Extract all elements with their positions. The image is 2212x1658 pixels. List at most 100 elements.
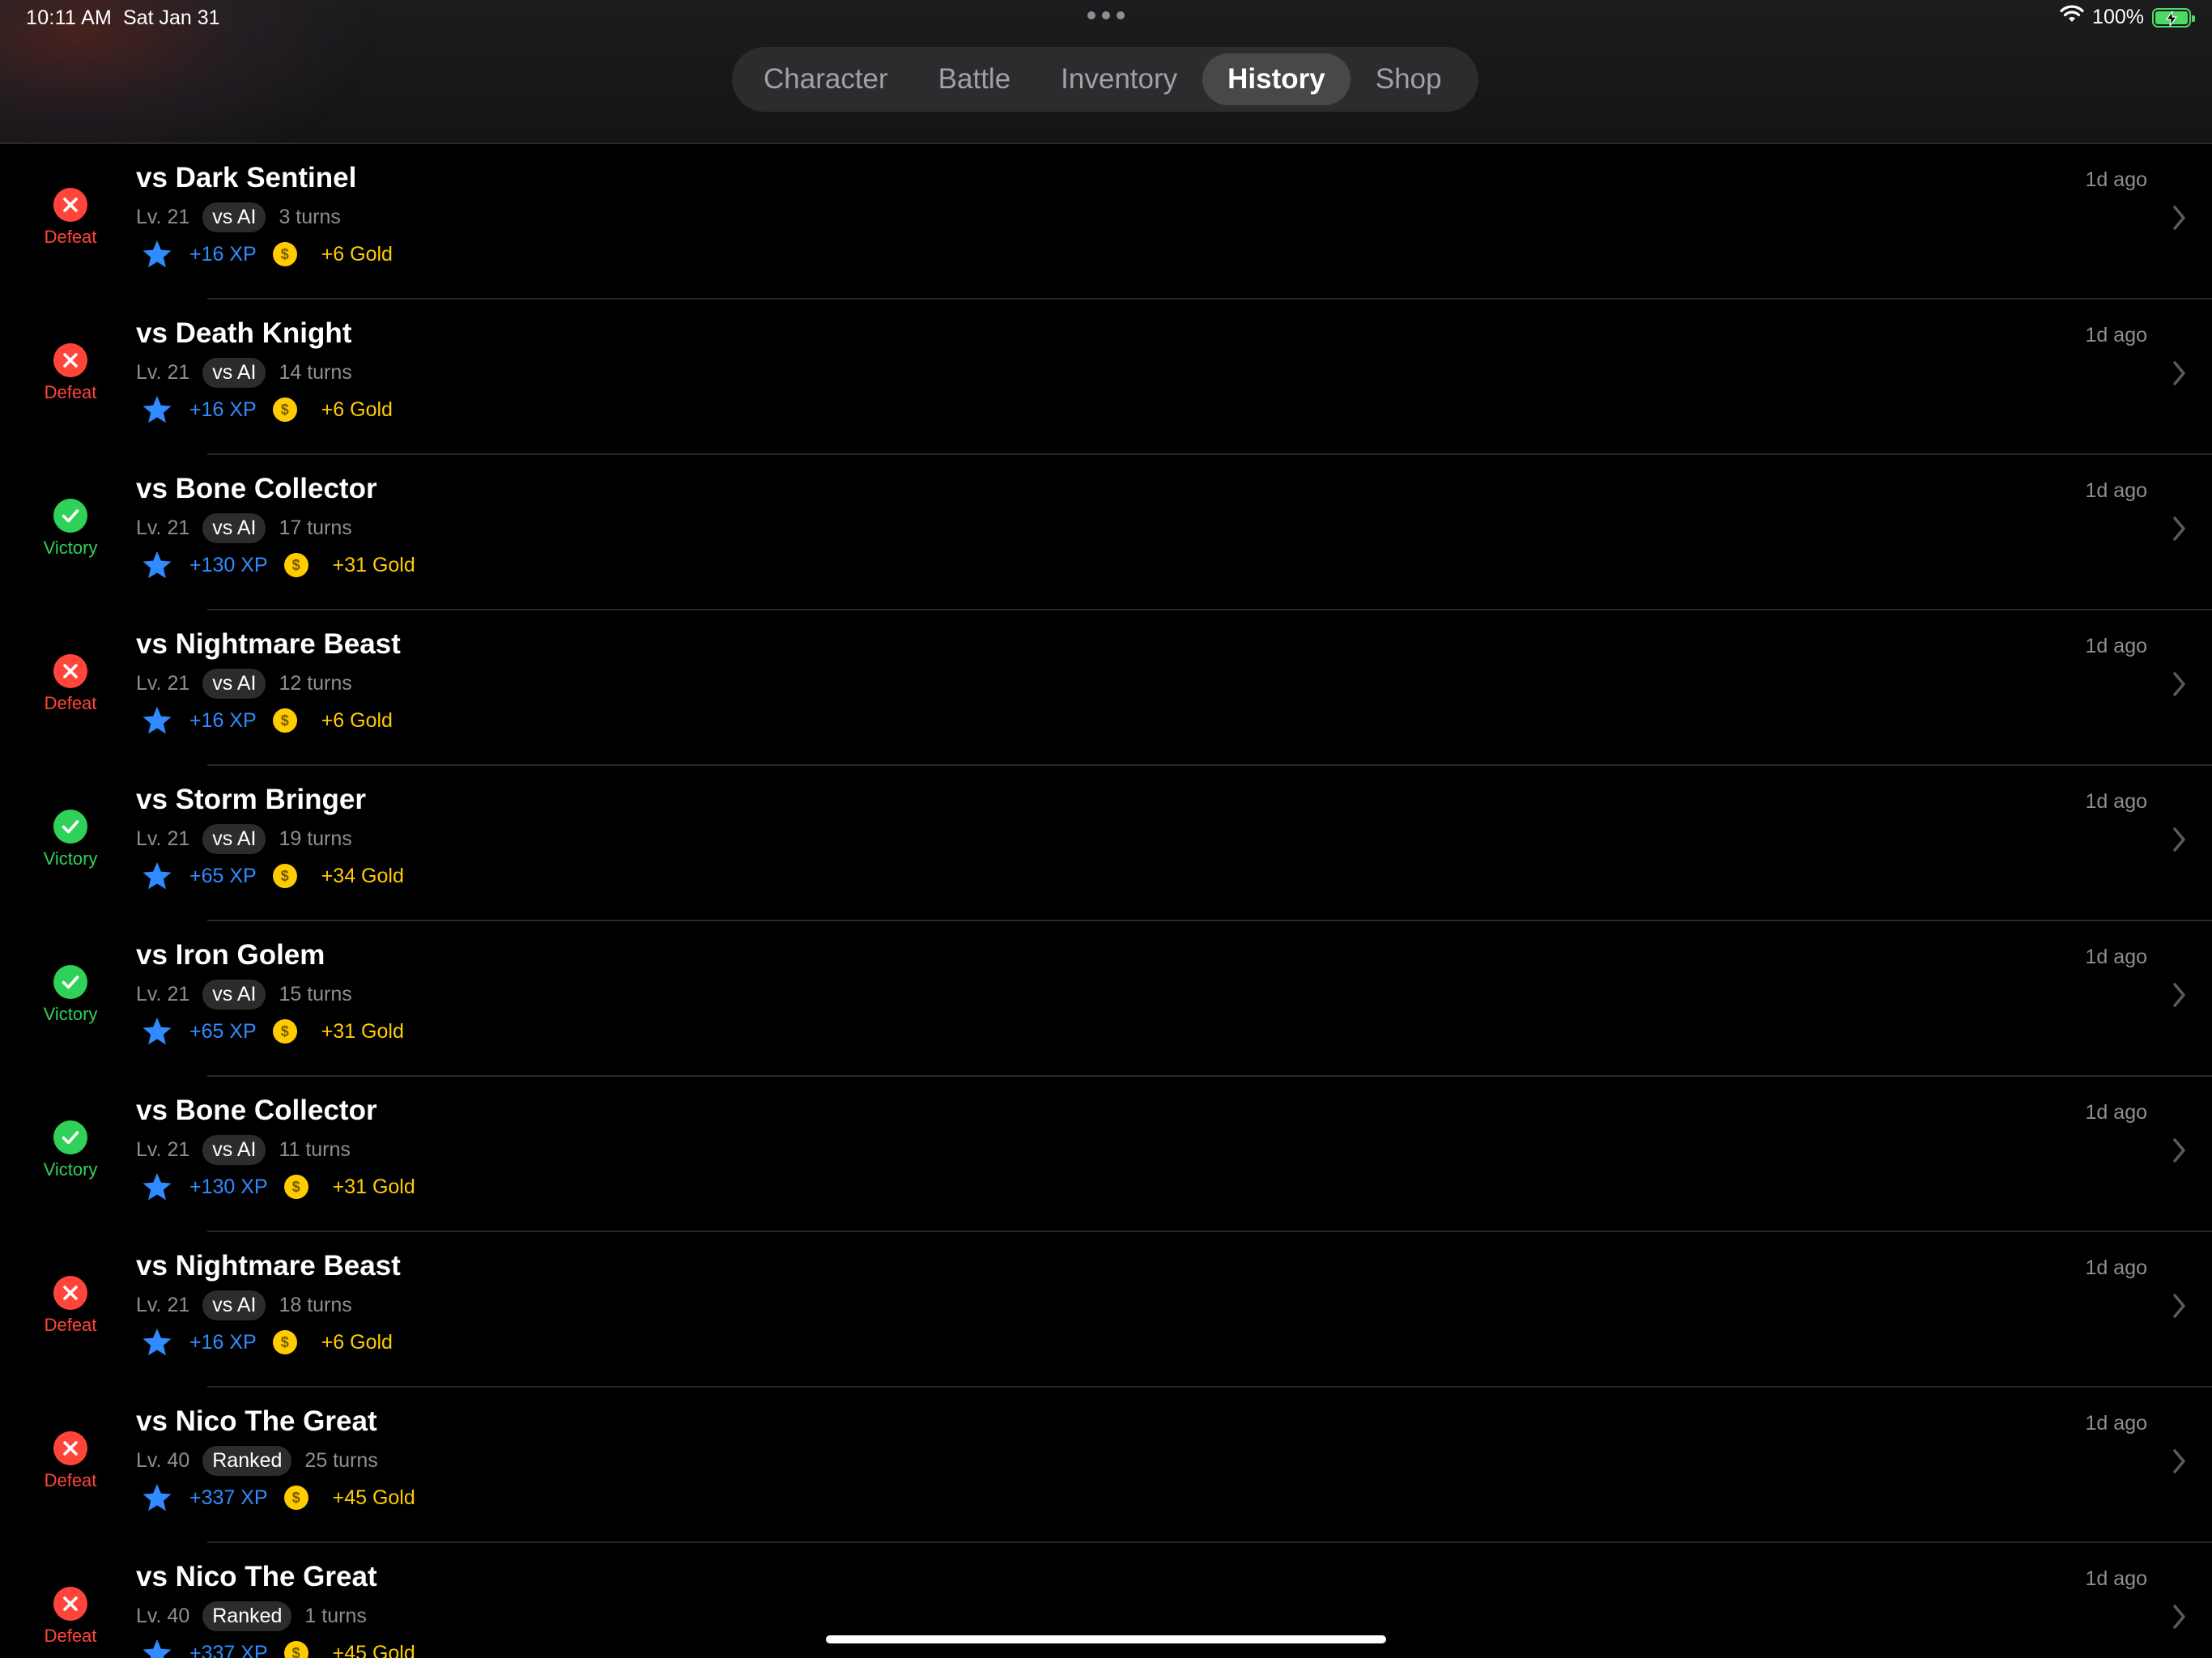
match-row[interactable]: Victory vs Iron Golem Lv. 21 vs AI 15 tu… bbox=[0, 921, 2212, 1077]
defeat-x-icon bbox=[53, 654, 87, 688]
coin-icon: $ bbox=[283, 1641, 308, 1658]
defeat-x-icon bbox=[53, 188, 87, 222]
star-icon bbox=[141, 238, 173, 270]
match-row[interactable]: Victory vs Bone Collector Lv. 21 vs AI 1… bbox=[0, 1077, 2212, 1232]
star-icon bbox=[141, 549, 173, 581]
level-label: Lv. 40 bbox=[136, 1449, 190, 1472]
xp-reward: +16 XP bbox=[189, 1330, 257, 1354]
turns-label: 19 turns bbox=[279, 827, 352, 850]
rewards: +130 XP $ +31 Gold bbox=[141, 1171, 415, 1203]
gold-reward: +45 Gold bbox=[332, 1641, 415, 1658]
gold-reward: +31 Gold bbox=[332, 1175, 415, 1198]
gold-reward: +6 Gold bbox=[321, 1330, 393, 1354]
match-row[interactable]: Defeat vs Dark Sentinel Lv. 21 vs AI 3 t… bbox=[0, 144, 2212, 300]
xp-reward: +16 XP bbox=[189, 708, 257, 732]
chevron-right-icon bbox=[2172, 1292, 2188, 1320]
match-time: 1d ago bbox=[2085, 946, 2147, 968]
check-circle-icon bbox=[53, 965, 87, 999]
match-row[interactable]: Defeat vs Nico The Great Lv. 40 Ranked 2… bbox=[0, 1388, 2212, 1543]
chevron-right-icon bbox=[2172, 1448, 2188, 1475]
star-icon bbox=[141, 393, 173, 426]
turns-label: 18 turns bbox=[279, 1294, 352, 1316]
match-row[interactable]: Victory vs Bone Collector Lv. 21 vs AI 1… bbox=[0, 455, 2212, 610]
xp-reward: +65 XP bbox=[189, 1019, 257, 1043]
result-label: Victory bbox=[43, 1004, 98, 1024]
opponent-name: vs Storm Bringer bbox=[136, 784, 366, 815]
match-meta: Lv. 21 vs AI 12 turns bbox=[136, 669, 352, 699]
match-meta: Lv. 21 vs AI 3 turns bbox=[136, 202, 341, 232]
tab-battle[interactable]: Battle bbox=[913, 53, 1036, 105]
match-meta: Lv. 21 vs AI 14 turns bbox=[136, 358, 352, 388]
result-label: Defeat bbox=[44, 693, 97, 713]
star-icon bbox=[141, 1637, 173, 1658]
xp-reward: +65 XP bbox=[189, 864, 257, 887]
app-screen: 10:11 AM Sat Jan 31 100% Character Battl… bbox=[0, 0, 2212, 1658]
wifi-icon bbox=[2060, 5, 2084, 30]
status-right: 100% bbox=[2060, 5, 2195, 30]
star-icon bbox=[141, 1171, 173, 1203]
match-row[interactable]: Defeat vs Nightmare Beast Lv. 21 vs AI 1… bbox=[0, 610, 2212, 766]
gold-reward: +6 Gold bbox=[321, 708, 393, 732]
match-meta: Lv. 21 vs AI 11 turns bbox=[136, 1135, 351, 1165]
match-time: 1d ago bbox=[2085, 324, 2147, 346]
multitasking-dots-icon[interactable] bbox=[1087, 11, 1125, 19]
gold-reward: +31 Gold bbox=[321, 1019, 404, 1043]
star-icon bbox=[141, 1326, 173, 1358]
star-icon bbox=[141, 1015, 173, 1048]
status-date: Sat Jan 31 bbox=[123, 6, 220, 29]
defeat-x-icon bbox=[53, 1587, 87, 1621]
turns-label: 12 turns bbox=[279, 672, 352, 695]
chevron-right-icon bbox=[2172, 981, 2188, 1009]
match-meta: Lv. 21 vs AI 15 turns bbox=[136, 980, 352, 1010]
turns-label: 3 turns bbox=[279, 206, 341, 228]
tab-shop[interactable]: Shop bbox=[1351, 53, 1467, 105]
defeat-x-icon bbox=[53, 343, 87, 377]
rewards: +16 XP $ +6 Gold bbox=[141, 393, 393, 426]
mode-badge: vs AI bbox=[202, 1135, 266, 1165]
gold-reward: +6 Gold bbox=[321, 397, 393, 421]
tab-character[interactable]: Character bbox=[738, 53, 913, 105]
star-icon bbox=[141, 1482, 173, 1514]
result-label: Victory bbox=[43, 538, 98, 558]
opponent-name: vs Iron Golem bbox=[136, 939, 325, 971]
xp-reward: +16 XP bbox=[189, 397, 257, 421]
level-label: Lv. 21 bbox=[136, 827, 190, 850]
result-label: Defeat bbox=[44, 1315, 97, 1335]
chevron-right-icon bbox=[2172, 826, 2188, 853]
match-meta: Lv. 40 Ranked 1 turns bbox=[136, 1601, 367, 1631]
header: 10:11 AM Sat Jan 31 100% Character Battl… bbox=[0, 0, 2212, 144]
gold-reward: +6 Gold bbox=[321, 242, 393, 266]
match-row[interactable]: Victory vs Storm Bringer Lv. 21 vs AI 19… bbox=[0, 766, 2212, 921]
battery-percent: 100% bbox=[2092, 6, 2144, 28]
coin-icon: $ bbox=[283, 1175, 308, 1199]
victory-check-icon bbox=[53, 810, 87, 844]
chevron-right-icon bbox=[2172, 1137, 2188, 1164]
xp-reward: +337 XP bbox=[189, 1486, 268, 1509]
opponent-name: vs Nightmare Beast bbox=[136, 628, 401, 660]
tab-inventory[interactable]: Inventory bbox=[1036, 53, 1202, 105]
level-label: Lv. 40 bbox=[136, 1605, 190, 1627]
defeat-x-icon bbox=[53, 1431, 87, 1465]
opponent-name: vs Dark Sentinel bbox=[136, 162, 357, 193]
mode-badge: vs AI bbox=[202, 1290, 266, 1320]
match-row[interactable]: Defeat vs Death Knight Lv. 21 vs AI 14 t… bbox=[0, 300, 2212, 455]
x-circle-icon bbox=[53, 343, 87, 377]
opponent-name: vs Nico The Great bbox=[136, 1405, 377, 1437]
x-circle-icon bbox=[53, 1587, 87, 1621]
mode-badge: vs AI bbox=[202, 824, 266, 854]
level-label: Lv. 21 bbox=[136, 672, 190, 695]
match-row[interactable]: Defeat vs Nightmare Beast Lv. 21 vs AI 1… bbox=[0, 1232, 2212, 1388]
xp-reward: +130 XP bbox=[189, 1175, 268, 1198]
tab-history[interactable]: History bbox=[1202, 53, 1351, 105]
mode-badge: vs AI bbox=[202, 513, 266, 543]
coin-icon: $ bbox=[272, 397, 297, 422]
match-time: 1d ago bbox=[2085, 1412, 2147, 1435]
home-indicator[interactable] bbox=[826, 1635, 1386, 1643]
rewards: +65 XP $ +31 Gold bbox=[141, 1015, 404, 1048]
match-meta: Lv. 21 vs AI 19 turns bbox=[136, 824, 352, 854]
gold-reward: +34 Gold bbox=[321, 864, 404, 887]
result-label: Defeat bbox=[44, 227, 97, 247]
match-time: 1d ago bbox=[2085, 479, 2147, 502]
coin-icon: $ bbox=[283, 1486, 308, 1510]
match-history-list: Defeat vs Dark Sentinel Lv. 21 vs AI 3 t… bbox=[0, 144, 2212, 1658]
